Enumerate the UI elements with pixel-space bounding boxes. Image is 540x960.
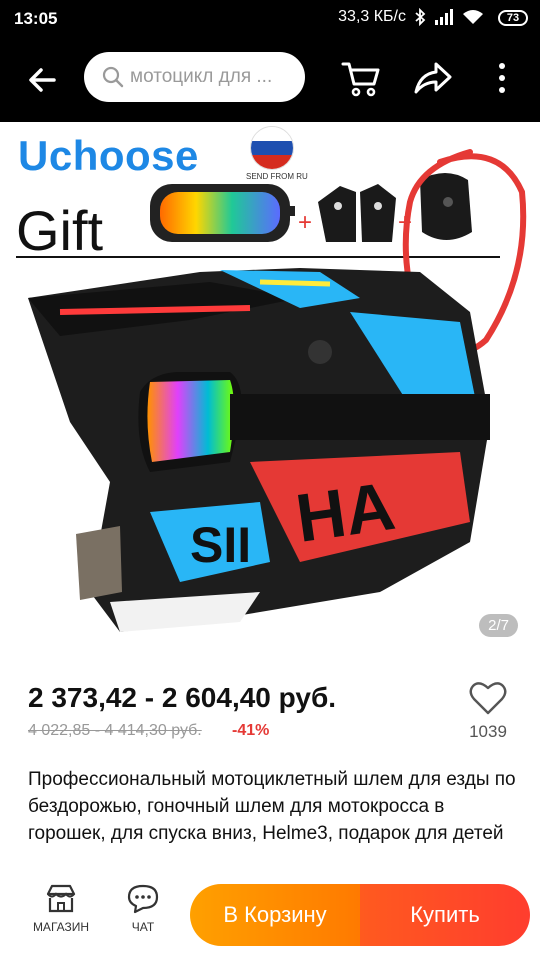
store-tab[interactable]: МАГАЗИН (26, 884, 96, 934)
svg-text:SII: SII (190, 517, 251, 573)
chat-tab[interactable]: ЧАТ (108, 884, 178, 934)
heart-icon[interactable] (468, 680, 508, 716)
store-icon (46, 884, 76, 913)
battery-level: 73 (506, 12, 520, 24)
status-right: 33,3 КБ/с (338, 8, 484, 26)
bluetooth-icon (415, 8, 426, 26)
chat-label: ЧАТ (131, 920, 155, 934)
search-input[interactable]: мотоцикл для ... (84, 52, 305, 102)
page-indicator: 2/7 (479, 614, 518, 637)
product-image-gallery[interactable]: Uchoose SEND FROM RU Gift + + HA SII 2/7 (0, 122, 540, 662)
buy-button[interactable]: Купить (360, 884, 530, 946)
cart-icon[interactable] (340, 58, 382, 98)
status-bar: 13:05 33,3 КБ/с 73 (0, 0, 540, 38)
status-time: 13:05 (14, 9, 58, 28)
network-speed: 33,3 КБ/с (338, 8, 406, 25)
helmet-illustration: HA SII (28, 268, 490, 632)
old-price: 4 022,85 - 4 414,30 руб. (28, 722, 202, 739)
back-arrow-icon[interactable] (22, 60, 62, 100)
discount-badge: -41% (232, 722, 270, 739)
wifi-icon (463, 10, 483, 24)
signal-icon (435, 9, 453, 25)
add-to-cart-button[interactable]: В Корзину (190, 884, 360, 946)
more-icon[interactable] (490, 58, 514, 98)
search-placeholder: мотоцикл для ... (130, 66, 273, 87)
price: 2 373,42 - 2 604,40 руб. (28, 682, 337, 713)
svg-text:HA: HA (292, 468, 400, 557)
top-bar: 13:05 33,3 КБ/с 73 мотоцикл для ... (0, 0, 540, 122)
share-icon[interactable] (412, 58, 454, 98)
bottom-action-bar: МАГАЗИН ЧАТ В Корзину Купить (0, 872, 540, 960)
battery-icon: 73 (498, 10, 528, 26)
search-icon (102, 66, 124, 88)
product-title: Профессиональный мотоциклетный шлем для … (28, 769, 516, 844)
chat-icon (127, 884, 159, 914)
store-label: МАГАЗИН (32, 920, 90, 934)
favorites-count: 1039 (469, 722, 507, 741)
app-bar: мотоцикл для ... (0, 46, 540, 112)
